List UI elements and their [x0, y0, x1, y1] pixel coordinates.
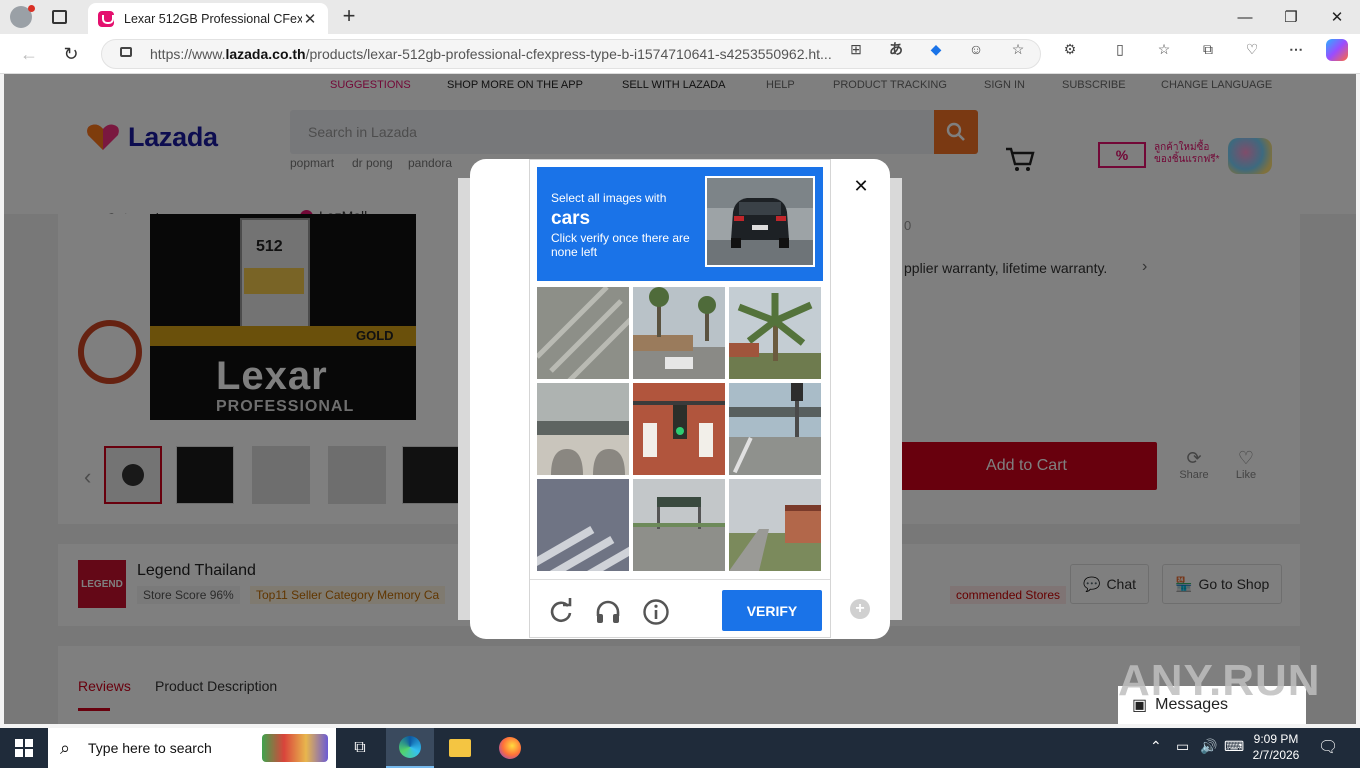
translate-icon[interactable]: あ	[886, 40, 906, 58]
instruction-subline: Click verify once there are none left	[551, 231, 690, 259]
windows-logo-icon	[15, 739, 33, 757]
instruction-line: Select all images with	[551, 191, 667, 205]
show-hidden-icons-icon[interactable]: ⌃	[1150, 738, 1162, 755]
anyrun-watermark: ANY.RUN	[1118, 656, 1321, 705]
captcha-tile-street-palms[interactable]	[633, 287, 725, 379]
minimize-button[interactable]: —	[1222, 0, 1268, 34]
favorite-star-icon[interactable]: ☆	[1008, 40, 1028, 58]
extensions-icon[interactable]: ⚙	[1060, 40, 1080, 58]
favorites-icon[interactable]: ☆	[1154, 40, 1174, 58]
captcha-footer: VERIFY	[530, 579, 830, 637]
close-window-button[interactable]: ✕	[1314, 0, 1360, 34]
target-keyword: cars	[551, 208, 591, 229]
sample-car-image	[705, 176, 815, 267]
search-icon: ⌕	[60, 738, 71, 758]
firefox-icon[interactable]	[486, 728, 534, 768]
captcha-tile-road-overpass[interactable]	[729, 383, 821, 475]
reload-icon[interactable]: ↻	[58, 42, 84, 66]
verify-button[interactable]: VERIFY	[722, 590, 822, 631]
windows-taskbar: ⌕ Type here to search ⧉ ⌃ ▭ 🔊 ⌨ 9:09 PM …	[0, 728, 1360, 768]
tab-title: Lexar 512GB Professional CFexpre	[124, 11, 302, 26]
info-icon[interactable]	[642, 598, 670, 626]
clock-date: 2/7/2026	[1252, 748, 1300, 762]
clock-time: 9:09 PM	[1253, 732, 1299, 746]
volume-icon[interactable]: 🔊	[1200, 738, 1217, 755]
recaptcha-challenge: Select all images with cars Click verify…	[529, 159, 831, 638]
audio-challenge-icon[interactable]	[594, 598, 622, 626]
notifications-icon[interactable]: 🗨	[1318, 737, 1338, 757]
collections-icon[interactable]: ⧉	[1198, 40, 1218, 58]
reload-challenge-icon[interactable]	[547, 598, 575, 626]
restore-button[interactable]: ❐	[1268, 0, 1314, 34]
new-tab-button[interactable]: +	[338, 4, 360, 28]
settings-more-icon[interactable]: ⋯	[1286, 40, 1306, 58]
captcha-tile-street-corner[interactable]	[729, 479, 821, 571]
task-view-icon[interactable]: ⧉	[336, 728, 384, 768]
captcha-tile-crosswalk-stripes[interactable]	[537, 479, 629, 571]
captcha-instructions: Select all images with cars Click verify…	[537, 167, 823, 281]
start-button[interactable]	[0, 728, 48, 768]
captcha-tile-highway-sign[interactable]	[633, 479, 725, 571]
url-text: https://www.lazada.co.th/products/lexar-…	[150, 46, 832, 62]
search-highlight-icon	[262, 734, 328, 762]
coupon-tag-icon[interactable]: ◆	[926, 40, 946, 58]
edge-taskbar-icon[interactable]	[386, 728, 434, 768]
copilot-icon[interactable]	[1326, 39, 1348, 61]
browser-tab-active[interactable]: Lexar 512GB Professional CFexpre ✕	[88, 3, 328, 34]
tab-actions-icon[interactable]	[52, 10, 67, 24]
address-bar-row: ← ↻ https://www.lazada.co.th/products/le…	[0, 34, 1360, 74]
close-tab-icon[interactable]: ✕	[302, 10, 318, 28]
taskbar-search-placeholder: Type here to search	[88, 740, 212, 756]
captcha-image-grid	[537, 287, 823, 573]
captcha-tile-crosswalk[interactable]	[537, 287, 629, 379]
split-screen-icon[interactable]: ▯	[1110, 40, 1130, 58]
file-explorer-icon[interactable]	[436, 728, 484, 768]
app-available-icon[interactable]: ⊞	[846, 40, 866, 58]
browser-essentials-icon[interactable]: ♡	[1242, 40, 1262, 58]
input-indicator-icon[interactable]: ⌨	[1224, 738, 1244, 755]
lock-icon[interactable]	[120, 47, 132, 57]
close-icon[interactable]: ✕	[851, 176, 871, 196]
network-icon[interactable]: ▭	[1176, 738, 1189, 755]
notification-dot	[28, 5, 35, 12]
captcha-tile-bridge[interactable]	[537, 383, 629, 475]
more-tools-icon[interactable]: ☺	[966, 40, 986, 58]
browser-tab-strip: Lexar 512GB Professional CFexpre ✕ + — ❐…	[0, 0, 1360, 34]
back-arrow-icon[interactable]: ←	[16, 42, 42, 66]
plus-icon[interactable]: +	[850, 599, 870, 619]
taskbar-search-input[interactable]: ⌕ Type here to search	[48, 728, 336, 768]
lazada-favicon-icon	[98, 10, 114, 27]
taskbar-clock[interactable]: 9:09 PM 2/7/2026	[1248, 731, 1304, 763]
captcha-tile-palm-tree[interactable]	[729, 287, 821, 379]
captcha-tile-traffic-light[interactable]	[633, 383, 725, 475]
